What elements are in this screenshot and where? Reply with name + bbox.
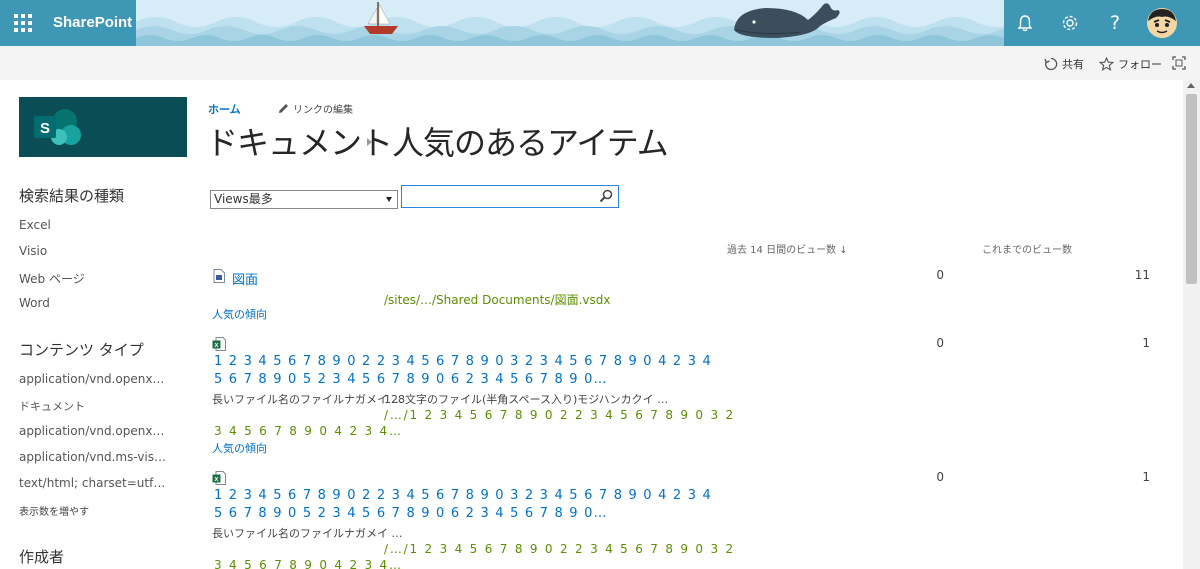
- app-launcher-button[interactable]: [0, 0, 46, 46]
- sort-dropdown[interactable]: Views最多: [210, 190, 398, 209]
- svg-text:x: x: [215, 476, 219, 483]
- settings-gear-icon[interactable]: [1055, 8, 1085, 38]
- lifetime-views-count: 1: [1142, 470, 1150, 484]
- popularity-trend-link[interactable]: 人気の傾向: [212, 306, 267, 322]
- vertical-scrollbar[interactable]: [1183, 80, 1200, 569]
- search-box[interactable]: [401, 185, 619, 208]
- scrollbar-thumb[interactable]: [1186, 94, 1197, 284]
- follow-label: フォロー: [1118, 58, 1162, 71]
- theme-banner: [136, 0, 1004, 46]
- search-input[interactable]: [402, 186, 592, 208]
- sort-dropdown-value: Views最多: [214, 192, 273, 206]
- visio-file-icon: [213, 269, 225, 283]
- refiner-item-excel[interactable]: Excel: [19, 218, 51, 232]
- recent-views-count: 0: [936, 268, 944, 282]
- excel-file-icon: x: [212, 471, 226, 485]
- recent-views-count: 0: [936, 470, 944, 484]
- result-path-continued[interactable]: 3 4 5 6 7 8 9 0 4 2 3 4…: [214, 558, 403, 569]
- follow-button[interactable]: フォロー: [1099, 56, 1162, 72]
- edit-links-label: リンクの編集: [293, 105, 353, 116]
- focus-content-button[interactable]: [1172, 56, 1186, 70]
- suite-right-controls: ?: [1004, 0, 1200, 46]
- excel-file-icon: x: [212, 337, 226, 351]
- star-icon: [1099, 57, 1114, 71]
- refiner-item-webpage[interactable]: Web ページ: [19, 270, 85, 287]
- refiner-title-content-type: コンテンツ タイプ: [19, 341, 144, 359]
- chevron-down-icon: [386, 197, 392, 202]
- share-label: 共有: [1062, 58, 1084, 71]
- result-title-link[interactable]: 1 2 3 4 5 6 7 8 9 0 2 2 3 4 5 6 7 8 9 0 …: [214, 488, 712, 503]
- app-name-link[interactable]: SharePoint: [46, 0, 136, 46]
- result-snippet: 長いファイル名のファイルナガメイ …: [212, 527, 403, 540]
- svg-text:x: x: [215, 342, 219, 349]
- breadcrumb-home-link[interactable]: ホーム: [208, 101, 241, 117]
- scroll-up-arrow-icon[interactable]: [1187, 83, 1195, 88]
- result-path[interactable]: /…/1 2 3 4 5 6 7 8 9 0 2 2 3 4 5 6 7 8 9…: [384, 408, 735, 422]
- site-logo[interactable]: S: [19, 97, 187, 157]
- user-avatar[interactable]: [1146, 7, 1178, 39]
- recent-views-count: 0: [936, 336, 944, 350]
- sea-illustration: [136, 0, 1004, 46]
- result-path[interactable]: /…/1 2 3 4 5 6 7 8 9 0 2 2 3 4 5 6 7 8 9…: [384, 542, 735, 556]
- refiner-item-visio[interactable]: Visio: [19, 244, 47, 258]
- breadcrumb-separator-icon: [367, 138, 372, 146]
- share-button[interactable]: 共有: [1044, 56, 1084, 72]
- result-title-link-continued[interactable]: 5 6 7 8 9 0 5 2 3 4 5 6 7 8 9 0 6 2 3 4 …: [214, 506, 608, 521]
- column-header-lifetime-views[interactable]: これまでのビュー数: [982, 241, 1072, 256]
- show-more-link[interactable]: 表示数を増やす: [19, 503, 89, 518]
- result-title-link[interactable]: 図面: [232, 269, 258, 288]
- suite-bar: SharePoint ?: [0, 0, 1200, 46]
- result-path-continued[interactable]: 3 4 5 6 7 8 9 0 4 2 3 4…: [214, 424, 403, 438]
- pencil-icon: [279, 104, 288, 113]
- waffle-icon: [14, 14, 32, 32]
- refiner-item-content-type[interactable]: application/vnd.openx…: [19, 424, 164, 438]
- refiner-item-content-type[interactable]: application/vnd.openx…: [19, 372, 164, 386]
- refiner-item-word[interactable]: Word: [19, 296, 50, 310]
- library-title-link[interactable]: ドキュメント: [206, 118, 393, 164]
- edit-links-button[interactable]: リンクの編集: [278, 101, 353, 116]
- refiner-title-author: 作成者: [19, 548, 65, 566]
- result-snippet: 128文字のファイル(半角スペース入り)モジハンカクイ …: [384, 393, 669, 406]
- result-snippet: 長いファイル名のファイルナガメイ …: [212, 393, 403, 406]
- column-header-recent-views[interactable]: 過去 14 日間のビュー数 ↓: [727, 241, 848, 256]
- page-title: 人気のあるアイテム: [392, 124, 669, 162]
- lifetime-views-count: 11: [1134, 268, 1150, 282]
- popularity-trend-link[interactable]: 人気の傾向: [212, 440, 267, 456]
- page-action-bar: 共有 フォロー: [0, 46, 1200, 80]
- result-title-link[interactable]: 1 2 3 4 5 6 7 8 9 0 2 2 3 4 5 6 7 8 9 0 …: [214, 354, 712, 369]
- lifetime-views-count: 1: [1142, 336, 1150, 350]
- result-title-link-continued[interactable]: 5 6 7 8 9 0 5 2 3 4 5 6 7 8 9 0 6 2 3 4 …: [214, 372, 608, 387]
- notifications-bell-icon[interactable]: [1010, 8, 1040, 38]
- result-path[interactable]: /sites/…/Shared Documents/図面.vsdx: [384, 291, 610, 308]
- search-icon[interactable]: [599, 189, 613, 203]
- svg-text:S: S: [40, 120, 50, 137]
- help-icon[interactable]: ?: [1100, 8, 1130, 38]
- refiner-item-content-type[interactable]: application/vnd.ms-vis…: [19, 450, 166, 464]
- refiner-item-content-type[interactable]: text/html; charset=utf…: [19, 476, 165, 490]
- share-icon: [1044, 57, 1058, 71]
- refiner-item-content-type[interactable]: ドキュメント: [19, 398, 85, 414]
- focus-mode-icon: [1172, 56, 1186, 70]
- refiner-title-result-type: 検索結果の種類: [19, 187, 125, 205]
